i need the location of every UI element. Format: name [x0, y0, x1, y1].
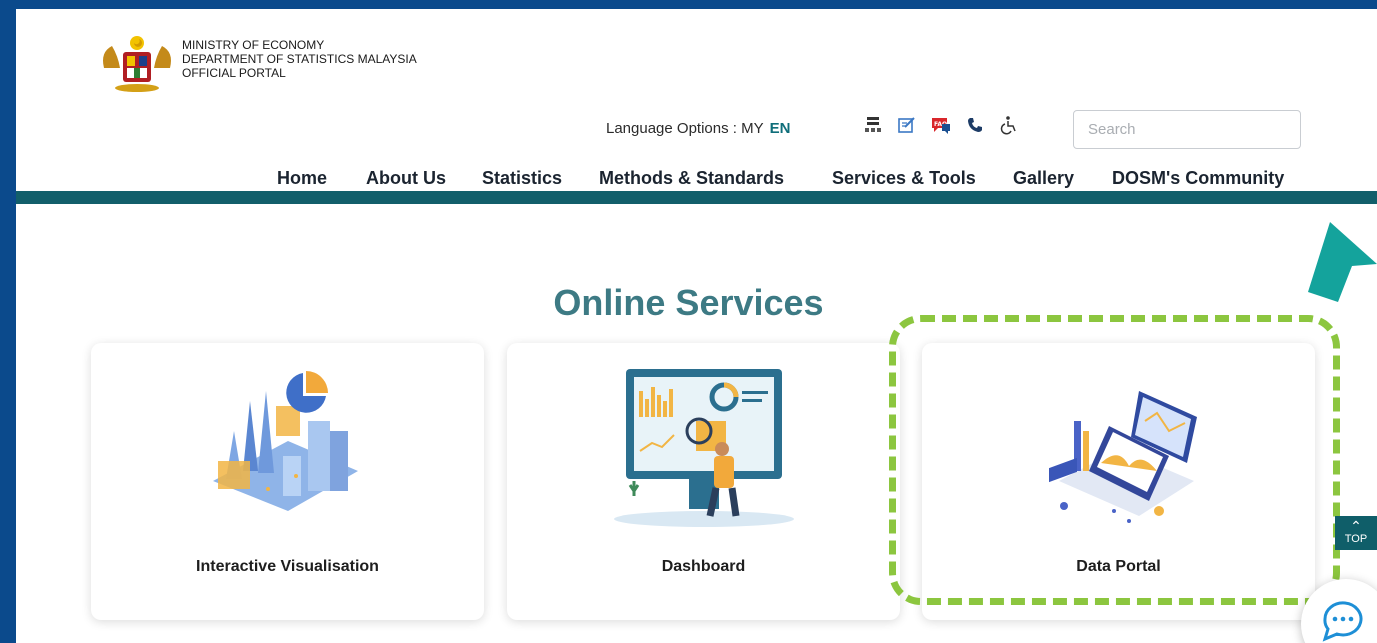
nav-dosm-community[interactable]: DOSM's Community: [1112, 168, 1284, 189]
search-input[interactable]: [1073, 110, 1301, 149]
nav-statistics[interactable]: Statistics: [482, 168, 562, 189]
organization-name: MINISTRY OF ECONOMY DEPARTMENT OF STATIS…: [182, 38, 417, 80]
header-tools: FAQ: [862, 114, 1020, 136]
nav-underline-bar: [16, 191, 1377, 204]
language-label[interactable]: Language Options : MY: [606, 120, 764, 137]
nav-methods-standards[interactable]: Methods & Standards: [599, 168, 784, 189]
org-line-portal: OFFICIAL PORTAL: [182, 66, 286, 80]
back-to-top-button[interactable]: ⌃ TOP: [1335, 516, 1377, 550]
data-portal-illustration: [922, 361, 1315, 551]
card-label-interactive-visualisation: Interactive Visualisation: [196, 558, 379, 575]
nav-services-tools[interactable]: Services & Tools: [832, 168, 976, 189]
sitemap-icon[interactable]: [862, 114, 884, 136]
feedback-icon[interactable]: [896, 114, 918, 136]
chat-icon: [1322, 601, 1363, 642]
language-options: Language Options : MY EN: [606, 120, 790, 137]
card-dashboard[interactable]: Dashboard: [507, 343, 900, 620]
window-frame-top: [0, 0, 1377, 9]
language-en[interactable]: EN: [770, 120, 791, 137]
nav-home[interactable]: Home: [277, 168, 327, 189]
dashboard-illustration: [507, 361, 900, 551]
phone-icon[interactable]: [964, 114, 986, 136]
top-label: TOP: [1344, 533, 1368, 545]
faq-icon[interactable]: FAQ: [930, 114, 952, 136]
card-data-portal[interactable]: Data Portal: [922, 343, 1315, 620]
interactive-visualisation-illustration: [91, 361, 484, 551]
card-label-data-portal: Data Portal: [1076, 558, 1161, 575]
accessibility-icon[interactable]: [998, 114, 1020, 136]
section-title: Online Services: [553, 282, 824, 323]
org-line-ministry: MINISTRY OF ECONOMY: [182, 38, 325, 52]
card-label-dashboard: Dashboard: [661, 558, 746, 575]
nav-about-us[interactable]: About Us: [366, 168, 446, 189]
org-line-department: DEPARTMENT OF STATISTICS MALAYSIA: [182, 52, 417, 66]
chevron-up-icon: ⌃: [1350, 518, 1362, 534]
coat-of-arms-logo[interactable]: [98, 34, 176, 94]
card-interactive-visualisation[interactable]: Interactive Visualisation: [91, 343, 484, 620]
nav-gallery[interactable]: Gallery: [1013, 168, 1074, 189]
